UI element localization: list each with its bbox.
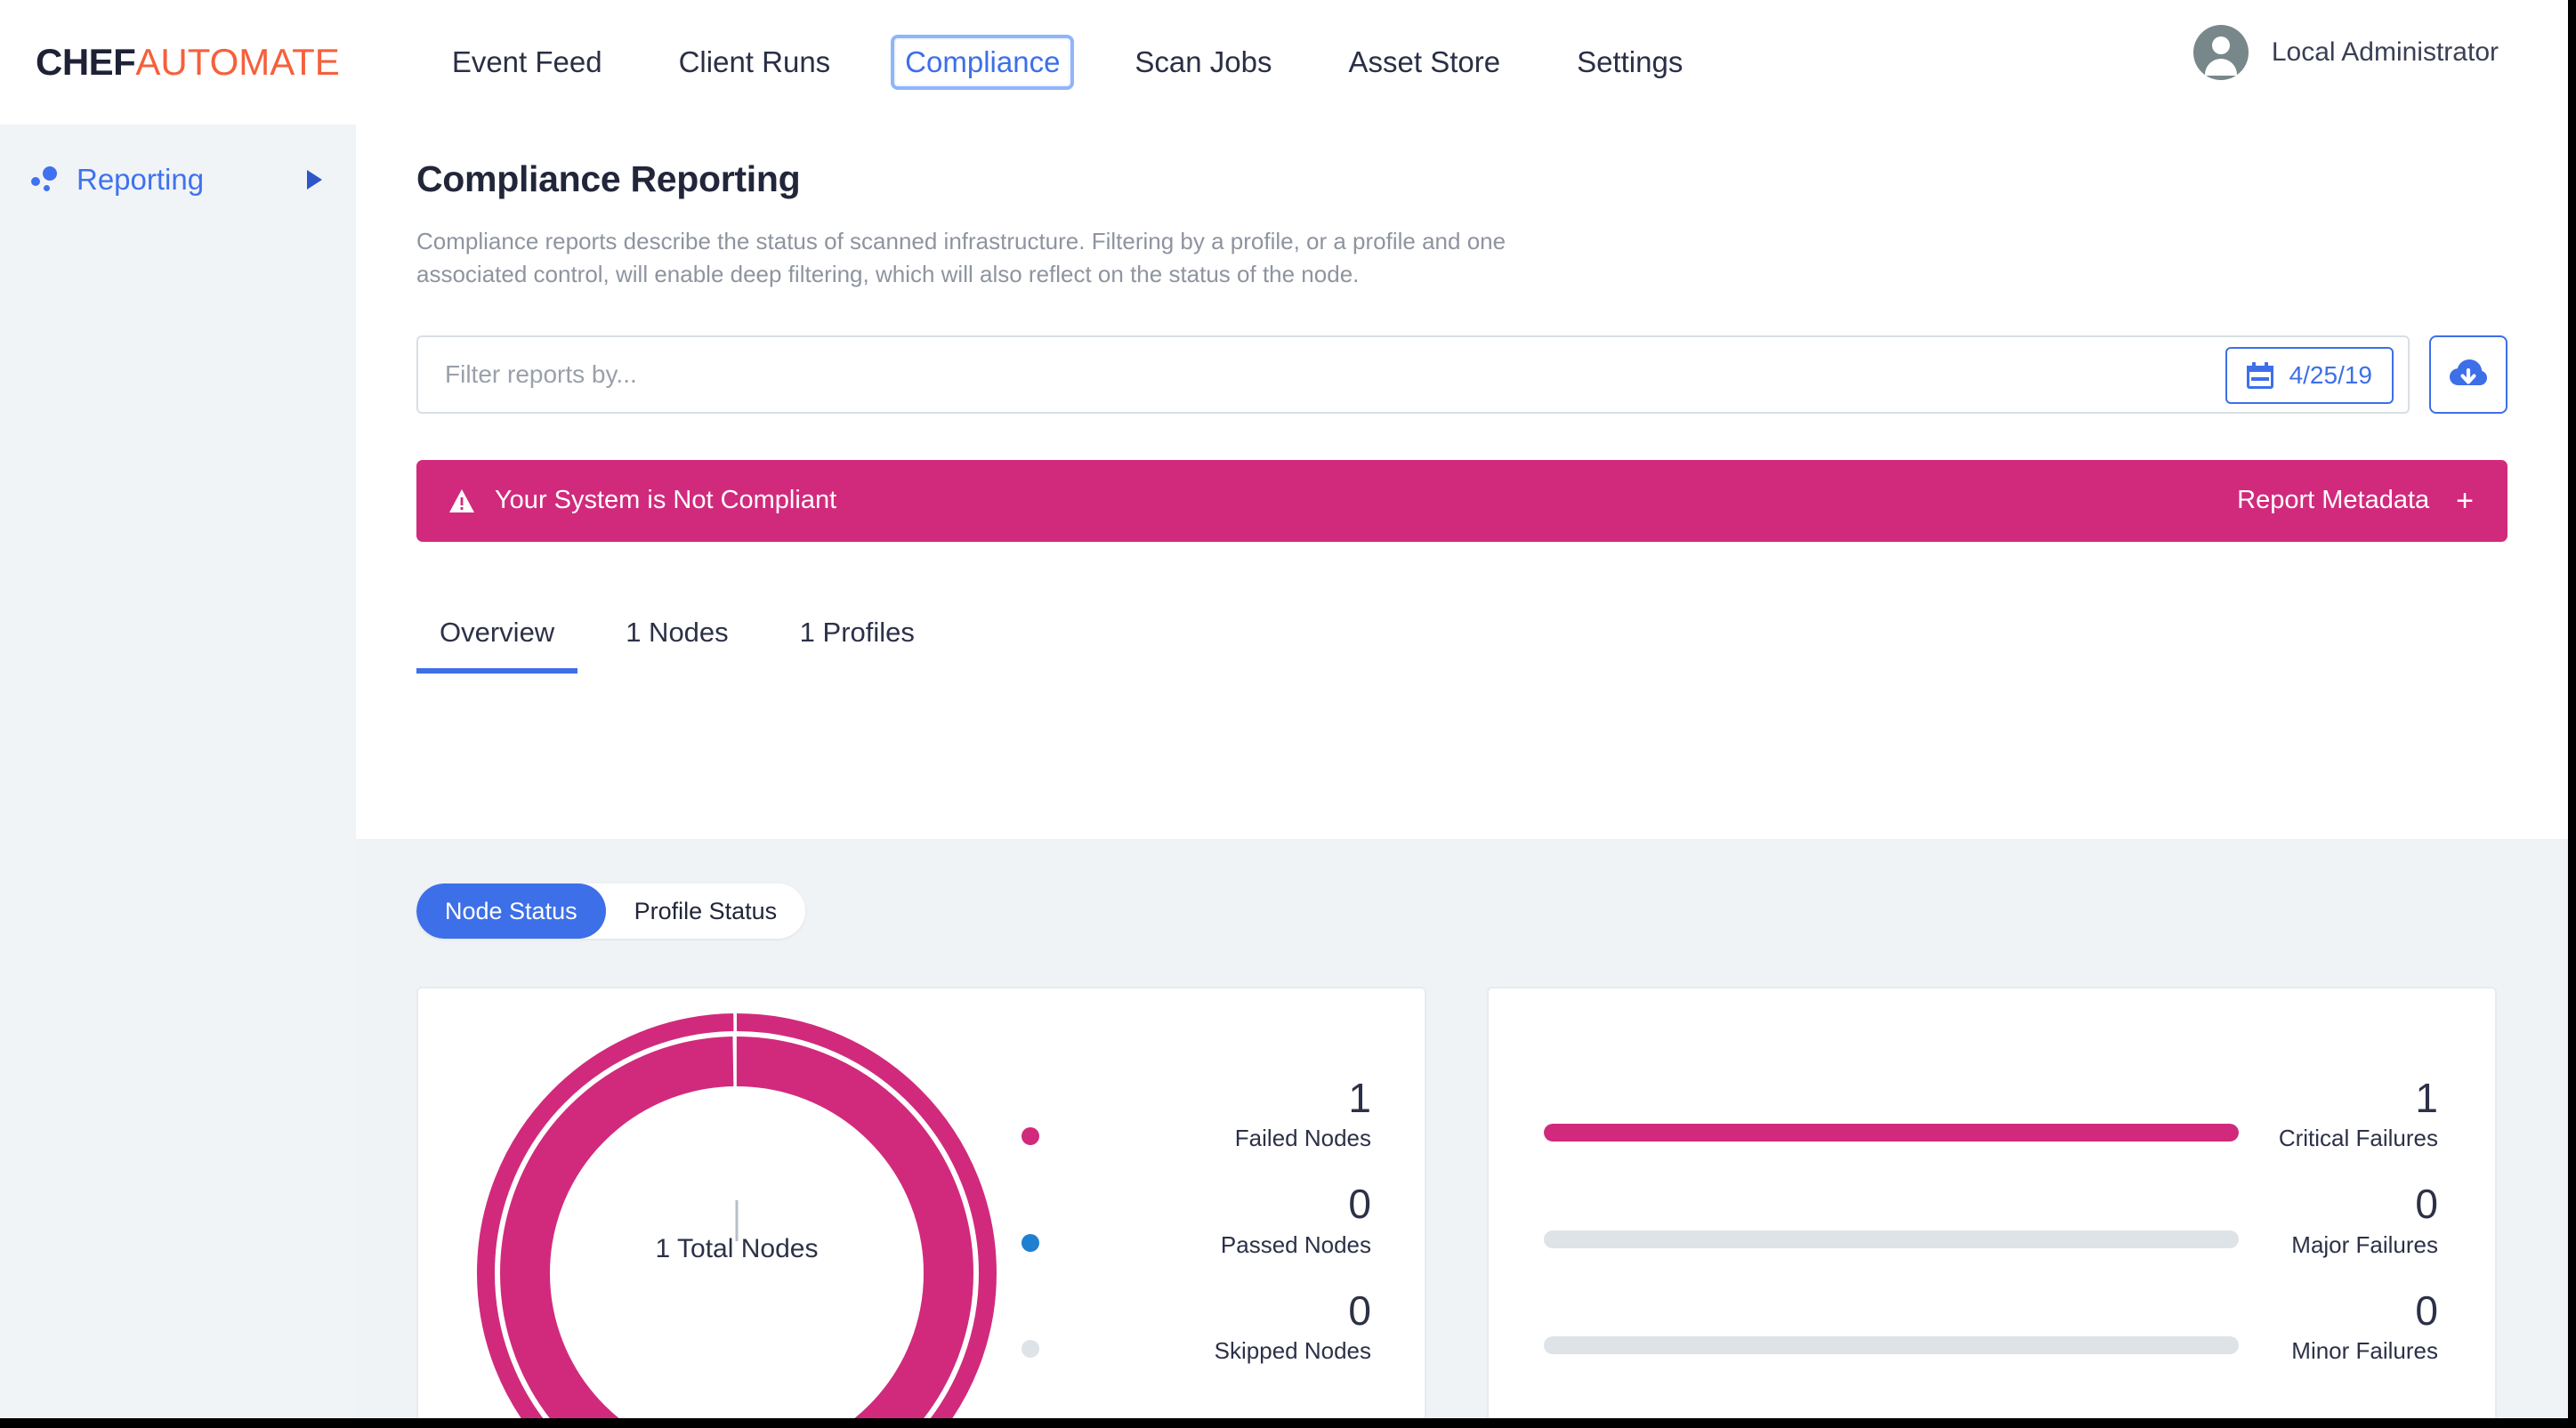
nav-links: Event Feed Client Runs Compliance Scan J…	[440, 35, 1748, 90]
filter-input-placeholder: Filter reports by...	[445, 359, 637, 388]
bar-track-critical	[1544, 1124, 2239, 1142]
bar-label-critical: Critical Failures	[2278, 1125, 2438, 1152]
page-header: Compliance Reporting Compliance reports …	[356, 125, 2568, 291]
legend-dot-failed-icon	[1022, 1127, 1039, 1146]
donut-center-label: 1 Total Nodes	[655, 1234, 819, 1263]
bar-fill-critical	[1544, 1124, 2239, 1142]
legend-item-skipped-nodes[interactable]: 0 Skipped Nodes	[1022, 1287, 1371, 1365]
nav-link-client-runs[interactable]: Client Runs	[666, 38, 844, 86]
tab-nodes[interactable]: 1 Nodes	[602, 617, 751, 674]
bar-value-major: 0	[2415, 1181, 2438, 1228]
plus-icon: +	[2456, 483, 2474, 518]
bar-track-major	[1544, 1230, 2239, 1248]
overview-panel: Node Status Profile Status 1 Total Nodes…	[356, 839, 2568, 1418]
bar-track-minor	[1544, 1335, 2239, 1354]
toggle-profile-status[interactable]: Profile Status	[605, 883, 806, 939]
legend-value-passed: 0	[1348, 1181, 1371, 1228]
bar-row-major-failures[interactable]: 0 Major Failures	[1544, 1182, 2438, 1258]
legend-dot-skipped-icon	[1022, 1339, 1039, 1358]
warning-triangle-icon	[449, 488, 474, 512]
nav-link-settings[interactable]: Settings	[1564, 38, 1695, 86]
compliance-alert-banner: Your System is Not Compliant Report Meta…	[416, 459, 2507, 542]
legend-label-passed: Passed Nodes	[1220, 1230, 1371, 1258]
content-tabs: Overview 1 Nodes 1 Profiles	[416, 592, 2568, 674]
legend-value-skipped: 0	[1348, 1287, 1371, 1334]
sidebar-item-label: Reporting	[77, 163, 205, 196]
report-metadata-toggle[interactable]: Report Metadata +	[2237, 486, 2474, 516]
report-metadata-label: Report Metadata	[2237, 486, 2430, 515]
chef-automate-logo[interactable]: CHEFAUTOMATE	[36, 41, 340, 84]
bar-value-critical: 1	[2415, 1075, 2438, 1122]
donut-svg	[477, 1013, 997, 1418]
node-status-donut-chart: 1 Total Nodes	[452, 988, 1022, 1418]
node-status-card: 1 Total Nodes 1 Failed Nodes 0 Passed No…	[416, 987, 1426, 1418]
bar-value-minor: 0	[2415, 1287, 2438, 1334]
legend-label-failed: Failed Nodes	[1234, 1125, 1371, 1152]
user-name-label: Local Administrator	[2271, 37, 2499, 67]
download-report-button[interactable]	[2429, 335, 2507, 414]
user-avatar-icon	[2192, 25, 2249, 80]
sidebar: Reporting	[0, 125, 356, 1418]
overview-cards: 1 Total Nodes 1 Failed Nodes 0 Passed No…	[416, 987, 2507, 1418]
logo-chef-text: CHEF	[36, 41, 136, 83]
legend-dot-passed-icon	[1022, 1233, 1039, 1252]
nav-link-scan-jobs[interactable]: Scan Jobs	[1122, 38, 1284, 86]
legend-item-passed-nodes[interactable]: 0 Passed Nodes	[1022, 1182, 1371, 1258]
failures-severity-card: 1 Critical Failures 0 Major Failures 0 M…	[1487, 987, 2497, 1418]
failures-bar-chart: 1 Critical Failures 0 Major Failures 0 M…	[1489, 1077, 2495, 1395]
bar-label-major: Major Failures	[2291, 1230, 2438, 1258]
app-window: CHEFAUTOMATE Event Feed Client Runs Comp…	[0, 0, 2576, 1428]
filter-bar: Filter reports by... 4/25/19	[416, 335, 2507, 414]
dots-icon	[30, 166, 61, 193]
page-title: Compliance Reporting	[416, 158, 801, 199]
legend-label-skipped: Skipped Nodes	[1214, 1336, 1371, 1364]
bar-row-critical-failures[interactable]: 1 Critical Failures	[1544, 1077, 2438, 1152]
nav-link-event-feed[interactable]: Event Feed	[440, 38, 615, 86]
sidebar-item-reporting[interactable]: Reporting	[0, 146, 356, 214]
filter-reports-input[interactable]: Filter reports by... 4/25/19	[416, 335, 2410, 414]
page-description: Compliance reports describe the status o…	[416, 228, 1506, 287]
calendar-icon	[2246, 361, 2273, 389]
nav-link-compliance[interactable]: Compliance	[891, 35, 1075, 90]
node-status-legend: 1 Failed Nodes 0 Passed Nodes 0 Skipped …	[1022, 1077, 1425, 1395]
tab-overview[interactable]: Overview	[416, 617, 578, 674]
caret-right-icon[interactable]	[307, 170, 322, 190]
cloud-download-icon	[2450, 359, 2487, 385]
nav-link-asset-store[interactable]: Asset Store	[1336, 38, 1514, 86]
tab-profiles[interactable]: 1 Profiles	[777, 617, 938, 674]
top-navigation-bar: CHEFAUTOMATE Event Feed Client Runs Comp…	[0, 0, 2568, 125]
date-picker-button[interactable]: 4/25/19	[2225, 346, 2394, 404]
alert-message: Your System is Not Compliant	[495, 486, 837, 515]
toggle-node-status[interactable]: Node Status	[416, 883, 606, 939]
date-picker-value: 4/25/19	[2289, 360, 2372, 389]
legend-value-failed: 1	[1348, 1075, 1371, 1122]
legend-item-failed-nodes[interactable]: 1 Failed Nodes	[1022, 1077, 1371, 1152]
bar-label-minor: Minor Failures	[2291, 1336, 2438, 1364]
status-toggle-group: Node Status Profile Status	[416, 883, 806, 939]
user-menu[interactable]: Local Administrator	[2192, 25, 2499, 80]
bar-row-minor-failures[interactable]: 0 Minor Failures	[1544, 1287, 2438, 1365]
logo-automate-text: AUTOMATE	[135, 41, 340, 83]
main-content: Compliance Reporting Compliance reports …	[356, 125, 2568, 1418]
